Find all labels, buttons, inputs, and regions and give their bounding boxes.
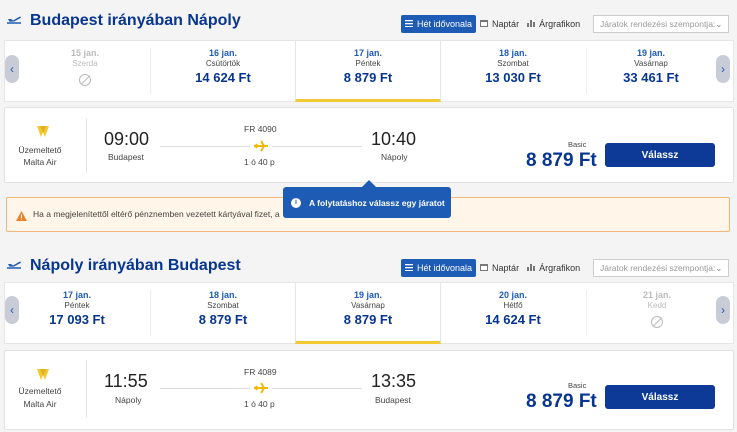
inbound-day-selected[interactable]: 19 jan. Vasárnap 8 879 Ft — [295, 282, 441, 344]
inbound-day[interactable]: 20 jan. Hétfő 14 624 Ft — [442, 282, 584, 344]
operator-name: Malta Air — [23, 157, 57, 167]
no-flight-icon — [651, 316, 663, 328]
fare-type: Basic — [568, 140, 587, 149]
flight-number: FR 4090 — [244, 124, 277, 134]
plane-icon — [253, 381, 269, 399]
flight-price: 8 879 Ft — [526, 150, 597, 171]
flight-duration: 1 ó 40 p — [244, 399, 275, 409]
sort-select[interactable]: Járatok rendezési szempontja: ⌄ — [593, 15, 729, 33]
outbound-day-selected[interactable]: 17 jan. Péntek 8 879 Ft — [295, 40, 441, 102]
warning-icon — [16, 208, 27, 226]
operator-label: Üzemeltető — [18, 386, 62, 396]
outbound-day: 15 jan. Szerda — [22, 40, 148, 102]
departure-time: 11:55 — [104, 371, 148, 391]
outbound-day[interactable]: 18 jan. Szombat 13 030 Ft — [442, 40, 584, 102]
tab-calendar[interactable]: Naptár — [476, 259, 523, 277]
operator-label: Üzemeltető — [18, 145, 62, 155]
arrival-time: 13:35 — [371, 371, 417, 391]
outbound-view-tabs: Hét idővonala Naptár Árgrafikon — [401, 15, 584, 33]
outbound-title: Budapest irányában Nápoly — [30, 12, 241, 29]
list-icon — [405, 263, 413, 273]
inbound-day: 21 jan. Kedd — [594, 282, 720, 344]
departure-city: Nápoly — [115, 395, 142, 405]
tooltip-arrow — [362, 180, 376, 187]
inbound-day[interactable]: 18 jan. Szombat 8 879 Ft — [152, 282, 294, 344]
tab-price-chart[interactable]: Árgrafikon — [523, 15, 584, 33]
departure-time: 09:00 — [104, 129, 150, 149]
inbound-title: Nápoly irányában Budapest — [30, 257, 241, 274]
arrival-city: Budapest — [375, 395, 411, 405]
tab-calendar[interactable]: Naptár — [476, 15, 523, 33]
tab-week-timeline[interactable]: Hét idővonala — [401, 15, 477, 33]
plane-takeoff-icon — [6, 12, 22, 30]
outbound-prev-arrow[interactable]: ‹ — [5, 55, 19, 83]
inbound-view-tabs: Hét idővonala Naptár Árgrafikon — [401, 259, 584, 277]
malta-air-logo-icon — [36, 367, 50, 386]
select-flight-button[interactable]: Válassz — [605, 143, 715, 167]
tab-week-timeline[interactable]: Hét idővonala — [401, 259, 477, 277]
bar-chart-icon — [527, 19, 536, 29]
select-flight-tooltip: i A folytatáshoz válassz egy járatot — [283, 187, 451, 218]
departure-city: Budapest — [108, 152, 144, 162]
outbound-next-arrow[interactable]: › — [716, 55, 730, 83]
plane-icon — [253, 139, 269, 157]
outbound-day[interactable]: 19 jan. Vasárnap 33 461 Ft — [588, 40, 714, 102]
operator-name: Malta Air — [23, 399, 57, 409]
arrival-time: 10:40 — [371, 129, 417, 149]
chevron-down-icon: ⌄ — [715, 262, 723, 273]
no-flight-icon — [79, 74, 91, 86]
calendar-icon — [480, 263, 489, 273]
fare-type: Basic — [568, 381, 587, 390]
flight-price: 8 879 Ft — [526, 391, 597, 412]
arrival-city: Nápoly — [381, 152, 408, 162]
chevron-down-icon: ⌄ — [715, 18, 723, 29]
bar-chart-icon — [527, 263, 536, 273]
info-icon: i — [291, 197, 301, 208]
inbound-header: Nápoly irányában Budapest — [6, 257, 241, 275]
sort-select[interactable]: Járatok rendezési szempontja: ⌄ — [593, 259, 729, 277]
flight-duration: 1 ó 40 p — [244, 157, 275, 167]
outbound-header: Budapest irányában Nápoly — [6, 12, 241, 30]
tab-price-chart[interactable]: Árgrafikon — [523, 259, 584, 277]
chevron-right-icon: › — [721, 303, 725, 317]
warning-text: Ha a megjelenítettől eltérő pénznemben v… — [33, 209, 280, 219]
calendar-icon — [480, 19, 489, 29]
plane-takeoff-icon — [6, 257, 22, 275]
outbound-day[interactable]: 16 jan. Csütörtök 14 624 Ft — [152, 40, 294, 102]
flight-number: FR 4089 — [244, 367, 277, 377]
inbound-day[interactable]: 17 jan. Péntek 17 093 Ft — [14, 282, 140, 344]
chevron-right-icon: › — [721, 62, 725, 76]
malta-air-logo-icon — [36, 124, 50, 143]
chevron-left-icon: ‹ — [10, 62, 14, 76]
list-icon — [405, 19, 413, 29]
select-flight-button[interactable]: Válassz — [605, 385, 715, 409]
